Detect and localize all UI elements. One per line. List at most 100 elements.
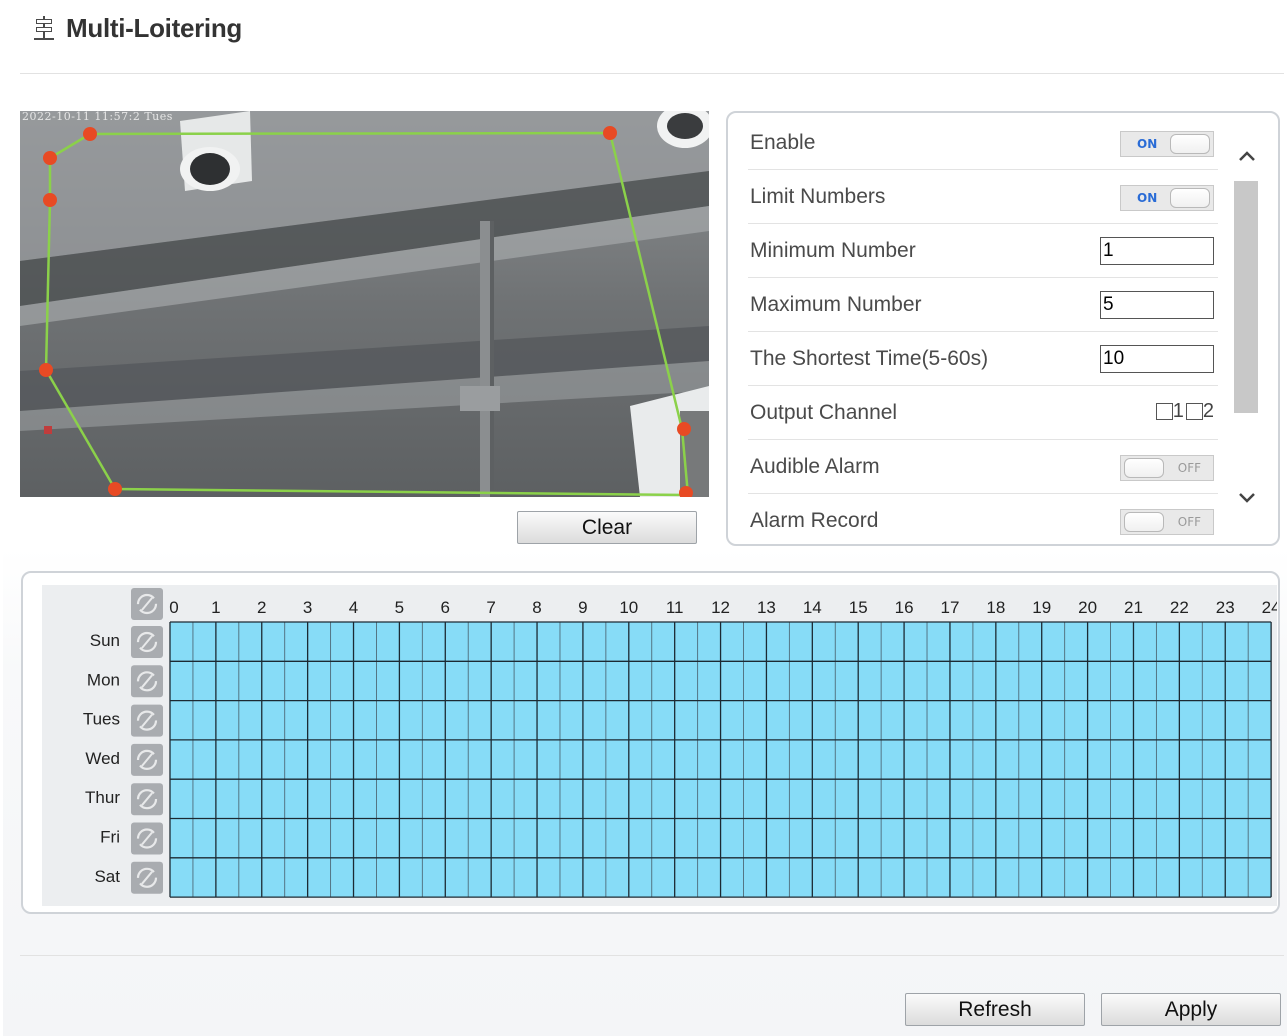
schedule-cell[interactable] bbox=[491, 857, 515, 898]
schedule-cell[interactable] bbox=[376, 661, 400, 701]
schedule-cell[interactable] bbox=[1225, 622, 1249, 662]
schedule-cell[interactable] bbox=[812, 622, 836, 662]
schedule-cell[interactable] bbox=[927, 739, 950, 780]
schedule-cell[interactable] bbox=[1064, 818, 1088, 858]
schedule-cell[interactable] bbox=[995, 857, 1019, 898]
schedule-cell[interactable] bbox=[261, 661, 285, 701]
schedule-cell[interactable] bbox=[1156, 622, 1180, 662]
schedule-cell[interactable] bbox=[995, 622, 1019, 662]
schedule-cell[interactable] bbox=[835, 700, 859, 740]
schedule-cell[interactable] bbox=[307, 779, 331, 819]
schedule-cell[interactable] bbox=[812, 779, 836, 819]
schedule-cell[interactable] bbox=[376, 818, 400, 858]
schedule-cell[interactable] bbox=[1110, 857, 1134, 898]
schedule-cell[interactable] bbox=[491, 739, 515, 780]
schedule-cell[interactable] bbox=[904, 622, 928, 662]
schedule-cell[interactable] bbox=[766, 622, 790, 662]
day-sync-icon[interactable] bbox=[131, 783, 163, 816]
schedule-cell[interactable] bbox=[468, 779, 492, 819]
schedule-cell[interactable] bbox=[192, 857, 216, 898]
channel-2-checkbox[interactable] bbox=[1185, 403, 1203, 420]
audible-alarm-toggle[interactable]: OFF bbox=[1120, 455, 1214, 481]
schedule-cell[interactable] bbox=[904, 739, 928, 780]
schedule-cell[interactable] bbox=[972, 739, 996, 780]
day-sync-icon[interactable] bbox=[131, 665, 163, 698]
schedule-cell[interactable] bbox=[537, 779, 560, 819]
schedule-cell[interactable] bbox=[192, 739, 216, 780]
schedule-cell[interactable] bbox=[307, 622, 331, 662]
schedule-cell[interactable] bbox=[559, 661, 583, 701]
day-sync-icon[interactable] bbox=[131, 626, 163, 658]
schedule-cell[interactable] bbox=[353, 818, 377, 858]
schedule-cell[interactable] bbox=[353, 739, 377, 780]
schedule-cell[interactable] bbox=[238, 779, 262, 819]
schedule-cell[interactable] bbox=[582, 622, 606, 662]
schedule-cell[interactable] bbox=[1179, 622, 1203, 662]
schedule-cell[interactable] bbox=[743, 622, 767, 662]
limit-numbers-toggle[interactable]: ON bbox=[1120, 185, 1214, 211]
schedule-cell[interactable] bbox=[927, 622, 950, 662]
schedule-cell[interactable] bbox=[743, 818, 767, 858]
schedule-cell[interactable] bbox=[1087, 818, 1111, 858]
schedule-cell[interactable] bbox=[1064, 700, 1088, 740]
schedule-cell[interactable] bbox=[835, 661, 859, 701]
schedule-cell[interactable] bbox=[904, 661, 928, 701]
schedule-cell[interactable] bbox=[674, 779, 698, 819]
schedule-cell[interactable] bbox=[170, 779, 193, 819]
schedule-cell[interactable] bbox=[697, 622, 721, 662]
schedule-cell[interactable] bbox=[422, 739, 446, 780]
schedule-cell[interactable] bbox=[582, 739, 606, 780]
schedule-cell[interactable] bbox=[215, 739, 239, 780]
schedule-cell[interactable] bbox=[399, 661, 423, 701]
schedule-cell[interactable] bbox=[812, 700, 836, 740]
schedule-cell[interactable] bbox=[949, 779, 973, 819]
schedule-cell[interactable] bbox=[170, 818, 193, 858]
schedule-cell[interactable] bbox=[628, 818, 652, 858]
schedule-cell[interactable] bbox=[192, 622, 216, 662]
schedule-cell[interactable] bbox=[353, 700, 377, 740]
schedule-cell[interactable] bbox=[1064, 739, 1088, 780]
schedule-cell[interactable] bbox=[1018, 739, 1042, 780]
schedule-cell[interactable] bbox=[491, 661, 515, 701]
schedule-cell[interactable] bbox=[238, 857, 262, 898]
schedule-cell[interactable] bbox=[330, 857, 354, 898]
schedule-cell[interactable] bbox=[972, 622, 996, 662]
schedule-cell[interactable] bbox=[537, 818, 560, 858]
schedule-cell[interactable] bbox=[284, 622, 308, 662]
schedule-cell[interactable] bbox=[1225, 857, 1249, 898]
schedule-cell[interactable] bbox=[353, 857, 377, 898]
schedule-cell[interactable] bbox=[1133, 622, 1157, 662]
schedule-cell[interactable] bbox=[238, 739, 262, 780]
schedule-cell[interactable] bbox=[537, 739, 560, 780]
schedule-cell[interactable] bbox=[1179, 661, 1203, 701]
schedule-cell[interactable] bbox=[559, 857, 583, 898]
schedule-cell[interactable] bbox=[927, 661, 950, 701]
schedule-cell[interactable] bbox=[949, 818, 973, 858]
schedule-cell[interactable] bbox=[697, 857, 721, 898]
schedule-cell[interactable] bbox=[1133, 661, 1157, 701]
schedule-cell[interactable] bbox=[1225, 661, 1249, 701]
schedule-cell[interactable] bbox=[835, 779, 859, 819]
schedule-cell[interactable] bbox=[1110, 661, 1134, 701]
schedule-cell[interactable] bbox=[238, 661, 262, 701]
schedule-cell[interactable] bbox=[720, 661, 744, 701]
schedule-cell[interactable] bbox=[1064, 661, 1088, 701]
schedule-cell[interactable] bbox=[949, 739, 973, 780]
schedule-cell[interactable] bbox=[1064, 622, 1088, 662]
schedule-cell[interactable] bbox=[261, 857, 285, 898]
apply-button[interactable]: Apply bbox=[1101, 993, 1281, 1026]
schedule-cell[interactable] bbox=[1202, 622, 1226, 662]
schedule-cell[interactable] bbox=[881, 739, 905, 780]
schedule-cell[interactable] bbox=[422, 661, 446, 701]
schedule-cell[interactable] bbox=[468, 622, 492, 662]
schedule-cell[interactable] bbox=[835, 857, 859, 898]
schedule-cell[interactable] bbox=[1041, 779, 1065, 819]
schedule-cell[interactable] bbox=[238, 818, 262, 858]
schedule-cell[interactable] bbox=[307, 739, 331, 780]
schedule-cell[interactable] bbox=[582, 818, 606, 858]
schedule-cell[interactable] bbox=[170, 661, 193, 701]
schedule-cell[interactable] bbox=[927, 857, 950, 898]
schedule-cell[interactable] bbox=[995, 779, 1019, 819]
day-sync-icon[interactable] bbox=[131, 822, 163, 855]
schedule-cell[interactable] bbox=[927, 700, 950, 740]
